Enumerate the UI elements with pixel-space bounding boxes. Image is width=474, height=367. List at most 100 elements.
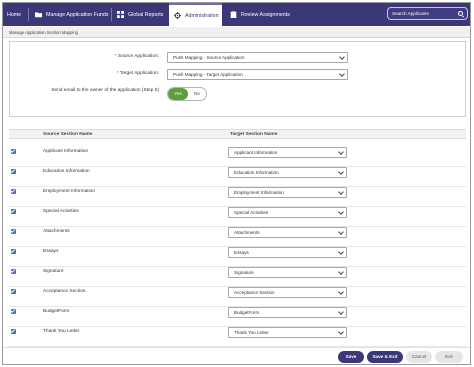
source-section-name: Applicant Information [43, 149, 89, 154]
search-placeholder: Search Applicants [392, 11, 429, 16]
table-row: Signature Signature [9, 267, 466, 287]
target-section-select[interactable]: Signature [228, 267, 347, 278]
target-section-select[interactable]: Employment Information [228, 187, 347, 198]
target-section-select[interactable]: Attachments [228, 227, 347, 238]
chevron-down-icon [338, 169, 344, 175]
grid-icon [117, 11, 124, 18]
source-application-value: Push Mapping - Source Application [173, 55, 245, 60]
row-checkbox[interactable] [11, 189, 16, 194]
target-section-value: Applicant Information [234, 150, 278, 155]
page-title: Manage Application Section Mapping [3, 27, 470, 38]
action-bar: Save Save & Exit Cancel Exit [3, 347, 470, 364]
row-checkbox[interactable] [11, 329, 16, 334]
nav-review-assignments[interactable]: Review Assignments [230, 3, 290, 26]
source-section-name: Essays [43, 249, 59, 254]
table-row: Acceptance Section Acceptance Section [9, 287, 466, 307]
source-application-label-text: Source Application: [117, 54, 159, 59]
row-checkbox[interactable] [11, 249, 16, 254]
app-window: Home Manage Application Funds Global Rep… [2, 2, 471, 365]
table-header: Source Section Name Target Section Name [9, 129, 466, 139]
nav-manage-application-funds[interactable]: Manage Application Funds [35, 3, 108, 26]
source-section-name: Thank You Letter [43, 329, 80, 334]
target-section-select[interactable]: Education Information [228, 167, 347, 178]
send-email-toggle[interactable]: Yes No [167, 87, 207, 101]
source-application-select[interactable]: Push Mapping - Source Application [167, 52, 348, 63]
source-section-name: Signature [43, 269, 64, 274]
search-input[interactable]: Search Applicants [387, 7, 468, 20]
row-checkbox[interactable] [11, 309, 16, 314]
chevron-down-icon [338, 209, 344, 215]
toggle-yes[interactable]: Yes [168, 88, 188, 100]
target-section-value: Essays [234, 250, 249, 255]
nav-manage-application-funds-label: Manage Application Funds [46, 11, 109, 18]
folder-icon [35, 12, 42, 18]
nav-global-reports[interactable]: Global Reports [117, 3, 163, 26]
nav-divider [111, 8, 112, 21]
save-and-exit-button[interactable]: Save & Exit [367, 351, 403, 363]
nav-review-assignments-label: Review Assignments [241, 11, 290, 18]
nav-home[interactable]: Home [7, 3, 21, 26]
target-section-value: Attachments [234, 230, 260, 235]
source-section-name: Special Activities [43, 209, 79, 214]
nav-global-reports-label: Global Reports [128, 11, 164, 18]
target-application-label: * Target Application: [116, 71, 159, 76]
row-checkbox[interactable] [11, 209, 16, 214]
source-section-name: Acceptance Section [43, 289, 86, 294]
chevron-down-icon [338, 229, 344, 235]
source-application-label: * Source Application: [114, 54, 159, 59]
chevron-down-icon [338, 269, 344, 275]
table-row: BudgetForm BudgetForm [9, 307, 466, 327]
source-section-name: Employment Information [43, 189, 95, 194]
chevron-down-icon [338, 189, 344, 195]
table-row: Thank You Letter Thank You Letter [9, 327, 466, 347]
search-icon[interactable] [458, 11, 463, 16]
table-row: Applicant Information Applicant Informat… [9, 147, 466, 167]
nav-administration-label: Administration [185, 12, 219, 19]
target-section-value: Acceptance Section [234, 290, 275, 295]
row-checkbox[interactable] [11, 149, 16, 154]
source-section-name: BudgetForm [43, 309, 70, 314]
cancel-button[interactable]: Cancel [406, 351, 432, 363]
target-section-value: Education Information [234, 170, 279, 175]
row-checkbox[interactable] [11, 229, 16, 234]
target-section-value: Special Activities [234, 210, 269, 215]
chevron-down-icon [338, 149, 344, 155]
source-section-name: Education Information [43, 169, 90, 174]
table-row: Essays Essays [9, 247, 466, 267]
target-section-select[interactable]: Applicant Information [228, 147, 347, 158]
section-mapping-table: Source Section Name Target Section Name … [9, 129, 466, 347]
exit-button[interactable]: Exit [435, 351, 463, 363]
table-row: Special Activities Special Activities [9, 207, 466, 227]
target-section-select[interactable]: Acceptance Section [228, 287, 347, 298]
target-application-label-text: Target Application: [119, 71, 159, 76]
target-section-value: BudgetForm [234, 310, 260, 315]
chevron-down-icon [338, 289, 344, 295]
nav-divider [28, 8, 29, 21]
target-section-select[interactable]: Essays [228, 247, 347, 258]
nav-administration[interactable]: Administration [169, 3, 222, 26]
table-row: Employment Information Employment Inform… [9, 187, 466, 207]
chevron-down-icon [338, 329, 344, 335]
chevron-down-icon [339, 71, 345, 77]
row-checkbox[interactable] [11, 269, 16, 274]
target-section-select[interactable]: Thank You Letter [228, 327, 347, 338]
save-button[interactable]: Save [338, 351, 364, 363]
clipboard-icon [230, 11, 237, 18]
chevron-down-icon [339, 54, 345, 60]
target-section-header: Target Section Name [230, 132, 278, 137]
row-checkbox[interactable] [11, 169, 16, 174]
source-section-header: Source Section Name [43, 132, 93, 137]
chevron-down-icon [338, 309, 344, 315]
target-section-select[interactable]: BudgetForm [228, 307, 347, 318]
target-application-value: Push Mapping - Target Application [173, 72, 243, 77]
target-application-select[interactable]: Push Mapping - Target Application [167, 69, 348, 80]
target-section-select[interactable]: Special Activities [228, 207, 347, 218]
target-section-value: Thank You Letter [234, 330, 269, 335]
row-checkbox[interactable] [11, 289, 16, 294]
target-section-value: Signature [234, 270, 254, 275]
chevron-down-icon [338, 249, 344, 255]
table-row: Attachments Attachments [9, 227, 466, 247]
toggle-no[interactable]: No [188, 88, 206, 100]
target-section-value: Employment Information [234, 190, 284, 195]
source-section-name: Attachments [43, 229, 70, 234]
